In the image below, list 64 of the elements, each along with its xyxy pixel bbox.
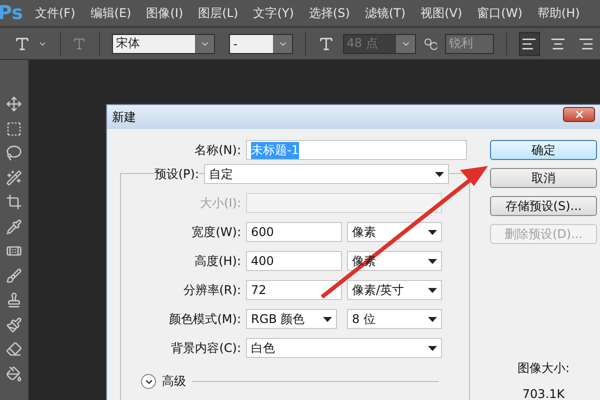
number-field[interactable]: 400 xyxy=(246,251,342,271)
field-label: 宽度(W): xyxy=(192,224,241,240)
image-size-label: 图像大小: xyxy=(517,360,570,377)
pipette-icon[interactable] xyxy=(6,218,22,234)
dashed-square-icon[interactable] xyxy=(6,120,22,136)
number-field[interactable]: 72 xyxy=(246,280,342,300)
font-style-select[interactable]: - xyxy=(229,34,294,54)
menu-item[interactable]: 编辑(E) xyxy=(90,4,132,22)
field-label: 颜色模式(M): xyxy=(169,310,241,328)
caret-icon xyxy=(428,230,437,234)
menu-item[interactable]: 帮助(H) xyxy=(537,4,580,22)
menu-item[interactable]: 滤镜(T) xyxy=(364,4,406,22)
image-size-value: 703.1K xyxy=(522,387,565,400)
unit-select[interactable]: 像素/英寸 xyxy=(347,280,442,300)
unit-select[interactable]: 像素 xyxy=(347,251,442,271)
align-left-icon xyxy=(521,36,538,52)
number-field[interactable]: 600 xyxy=(246,222,342,242)
align-right-icon xyxy=(578,36,594,52)
caret-icon xyxy=(435,172,444,176)
background-select[interactable]: 白色 xyxy=(246,338,442,358)
dialog-button[interactable]: 存储预设(S)... xyxy=(490,196,597,216)
menu-item[interactable]: 文件(F) xyxy=(35,4,76,22)
menu-item[interactable]: 文字(Y) xyxy=(253,4,294,22)
depth-select[interactable]: 8 位 xyxy=(347,309,442,329)
field-label: 大小(I): xyxy=(200,194,241,212)
eraser-icon[interactable] xyxy=(6,341,22,357)
caret-icon xyxy=(428,288,437,292)
app-logo: Ps xyxy=(0,2,20,24)
dialog-title: 新建 xyxy=(112,108,136,126)
lasso-icon[interactable] xyxy=(6,145,22,161)
menu-item[interactable]: 视图(V) xyxy=(420,4,462,22)
paintbrush-icon[interactable] xyxy=(6,316,22,332)
expand-button[interactable] xyxy=(141,374,156,389)
paint-bucket-icon[interactable] xyxy=(6,366,22,382)
name-value: 未标题-1 xyxy=(251,142,299,158)
caret-icon xyxy=(428,316,437,322)
unit-select[interactable]: 像素 xyxy=(347,222,442,242)
menu-item[interactable]: 选择(S) xyxy=(308,4,350,22)
wand-icon[interactable] xyxy=(6,170,22,186)
align-button[interactable] xyxy=(519,32,540,56)
mode-select[interactable]: RGB 颜色 xyxy=(246,309,337,329)
dialog-button[interactable]: 取消 xyxy=(490,168,597,188)
brush-icon[interactable] xyxy=(6,268,22,284)
menu-item[interactable]: 图层(L) xyxy=(198,4,238,22)
font-family-select[interactable]: 宋体 xyxy=(112,34,216,54)
crop-icon[interactable] xyxy=(6,194,22,210)
caret-icon xyxy=(323,316,332,322)
stamp-icon[interactable] xyxy=(6,292,22,308)
dialog-button[interactable]: 确定 xyxy=(490,140,597,160)
antialias-icon xyxy=(424,38,437,50)
field-label: 名称(N): xyxy=(194,142,241,158)
field-label: 背景内容(C): xyxy=(171,340,241,356)
menu-item[interactable]: 图像(I) xyxy=(146,4,184,22)
menu-item[interactable]: 窗口(W) xyxy=(477,4,522,22)
caret-icon xyxy=(428,346,437,350)
close-icon xyxy=(574,108,584,120)
field-label: 预设(P): xyxy=(154,166,199,182)
preset-select[interactable]: 自定 xyxy=(204,164,449,184)
align-center-icon xyxy=(550,36,566,52)
field-label: 高度(H): xyxy=(194,252,241,270)
close-button[interactable] xyxy=(563,106,595,122)
caret-icon xyxy=(428,258,437,264)
field-label: 分辨率(R): xyxy=(183,282,241,298)
move-icon[interactable] xyxy=(6,96,22,112)
